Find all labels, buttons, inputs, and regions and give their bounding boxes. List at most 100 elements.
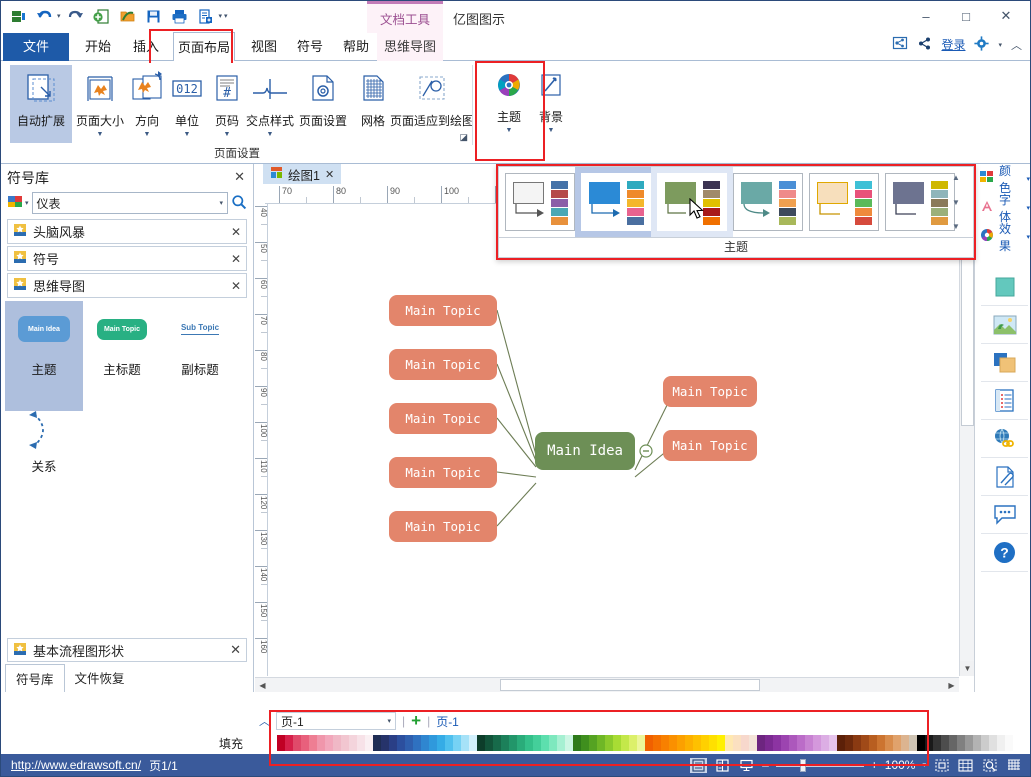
palette-swatch[interactable]: [813, 735, 821, 751]
palette-swatch[interactable]: [597, 735, 605, 751]
page-number-button[interactable]: # 页码 ▼: [207, 65, 247, 139]
scroll-left-arrow-icon[interactable]: ◀: [255, 678, 270, 692]
gallery-more-icon[interactable]: ▼: [952, 222, 960, 231]
palette-swatch[interactable]: [485, 735, 493, 751]
library-item-close-icon[interactable]: ✕: [231, 252, 241, 266]
palette-swatch[interactable]: [557, 735, 565, 751]
palette-swatch[interactable]: [645, 735, 653, 751]
tab-mindmap[interactable]: 思维导图: [377, 33, 443, 61]
palette-swatch[interactable]: [421, 735, 429, 751]
search-icon[interactable]: [231, 194, 247, 213]
palette-swatch[interactable]: [733, 735, 741, 751]
mindmap-node-center[interactable]: Main Idea: [535, 432, 635, 470]
theme-button[interactable]: 主题 ▼: [489, 65, 529, 135]
page-setup-dialog-launcher-icon[interactable]: ◪: [459, 132, 468, 143]
palette-swatch[interactable]: [341, 735, 349, 751]
palette-swatch[interactable]: [941, 735, 949, 751]
palette-swatch[interactable]: [621, 735, 629, 751]
palette-swatch[interactable]: [845, 735, 853, 751]
palette-swatch[interactable]: [325, 735, 333, 751]
palette-swatch[interactable]: [509, 735, 517, 751]
canvas-horizontal-scrollbar[interactable]: ◀ ▶: [255, 677, 959, 692]
palette-swatch[interactable]: [781, 735, 789, 751]
page-size-button[interactable]: 页面大小 ▼: [74, 65, 126, 139]
palette-swatch[interactable]: [853, 735, 861, 751]
palette-swatch[interactable]: [989, 735, 997, 751]
scroll-right-arrow-icon[interactable]: ▶: [944, 678, 959, 692]
palette-swatch[interactable]: [293, 735, 301, 751]
palette-swatch[interactable]: [797, 735, 805, 751]
palette-swatch[interactable]: [309, 735, 317, 751]
palette-swatch[interactable]: [501, 735, 509, 751]
page-tab-1[interactable]: 页-1: [436, 713, 459, 730]
save-icon[interactable]: [143, 5, 165, 27]
image-picture-icon[interactable]: [981, 306, 1028, 344]
settings-caret-icon[interactable]: ▾: [998, 41, 1002, 49]
palette-swatch[interactable]: [397, 735, 405, 751]
undo-caret-icon[interactable]: ▾: [57, 12, 61, 20]
page-size-caret-icon[interactable]: ▼: [97, 131, 104, 139]
palette-swatch[interactable]: [533, 735, 541, 751]
palette-swatch[interactable]: [549, 735, 557, 751]
close-button[interactable]: ✕: [986, 1, 1026, 31]
palette-swatch[interactable]: [669, 735, 677, 751]
mindmap-node-right-1[interactable]: Main Topic: [663, 376, 757, 407]
palette-swatch[interactable]: [613, 735, 621, 751]
zoom-caret-icon[interactable]: ▾: [922, 761, 926, 769]
palette-swatch[interactable]: [349, 735, 357, 751]
units-caret-icon[interactable]: ▼: [184, 131, 191, 139]
page-bar-collapse-icon[interactable]: ︿: [259, 713, 270, 729]
tab-insert[interactable]: 插入: [121, 33, 171, 61]
attachment-note-icon[interactable]: [981, 458, 1028, 496]
fill-color-icon[interactable]: [981, 268, 1028, 306]
login-link[interactable]: 登录: [941, 36, 965, 53]
crossing-style-button[interactable]: 交点样式 ▼: [244, 65, 296, 139]
mindmap-node-left-4[interactable]: Main Topic: [389, 457, 497, 488]
new-doc-icon[interactable]: [7, 5, 29, 27]
palette-swatch[interactable]: [637, 735, 645, 751]
rail-font-caret-icon[interactable]: ▾: [1026, 204, 1030, 212]
library-search-combo[interactable]: 仪表 ▾: [32, 192, 228, 214]
fit-page-button[interactable]: 页面适应到绘图: [393, 65, 471, 129]
customize-qat-icon[interactable]: ▾: [224, 12, 228, 20]
palette-swatch[interactable]: [493, 735, 501, 751]
units-button[interactable]: 012 单位 ▼: [167, 65, 207, 139]
auto-expand-button[interactable]: 自动扩展: [10, 65, 72, 143]
layers-icon[interactable]: [981, 344, 1028, 382]
combo-caret-icon[interactable]: ▾: [219, 199, 223, 207]
add-page-button[interactable]: +: [411, 711, 421, 731]
rail-effects-caret-icon[interactable]: ▾: [1026, 233, 1030, 241]
palette-swatch[interactable]: [413, 735, 421, 751]
hyperlink-globe-icon[interactable]: [981, 420, 1028, 458]
palette-swatch[interactable]: [693, 735, 701, 751]
palette-swatch[interactable]: [741, 735, 749, 751]
palette-swatch[interactable]: [389, 735, 397, 751]
library-item-mindmap[interactable]: 思维导图 ✕: [7, 273, 247, 298]
zoom-in-button[interactable]: +: [871, 758, 878, 772]
single-page-view-icon[interactable]: [690, 758, 707, 773]
canvas-vertical-scrollbar[interactable]: ▲ ▼: [959, 204, 974, 676]
palette-swatch[interactable]: [997, 735, 1005, 751]
theme-card-gray[interactable]: [885, 173, 955, 231]
tab-page-layout[interactable]: 页面布局: [173, 32, 235, 62]
document-tab-close-icon[interactable]: ✕: [325, 168, 334, 181]
palette-swatch[interactable]: [925, 735, 933, 751]
palette-swatch[interactable]: [381, 735, 389, 751]
palette-swatch[interactable]: [773, 735, 781, 751]
palette-swatch[interactable]: [965, 735, 973, 751]
palette-swatch[interactable]: [277, 735, 285, 751]
undo-icon[interactable]: [33, 5, 55, 27]
palette-swatch[interactable]: [901, 735, 909, 751]
palette-swatch[interactable]: [885, 735, 893, 751]
horizontal-scroll-thumb[interactable]: [500, 679, 760, 691]
maximize-button[interactable]: □: [946, 1, 986, 31]
palette-swatch[interactable]: [837, 735, 845, 751]
palette-swatch[interactable]: [573, 735, 581, 751]
palette-swatch[interactable]: [981, 735, 989, 751]
tab-file[interactable]: 文件: [3, 33, 69, 61]
edrawsoft-url-link[interactable]: http://www.edrawsoft.cn/: [11, 758, 141, 772]
drawing-sheet[interactable]: Main Topic Main Topic Main Topic Main To…: [269, 205, 958, 676]
palette-swatch[interactable]: [301, 735, 309, 751]
minimize-button[interactable]: –: [906, 1, 946, 31]
shape-item-sub-topic[interactable]: Sub Topic 副标题: [161, 301, 239, 411]
